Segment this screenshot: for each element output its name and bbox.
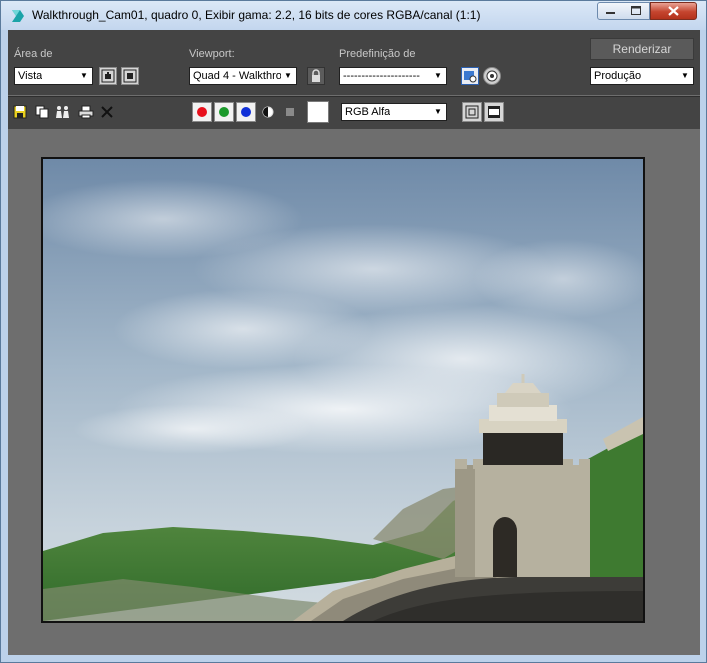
environment-button[interactable]: [483, 67, 501, 85]
render-setup-button[interactable]: [461, 67, 479, 85]
alpha-channel-toggle[interactable]: [260, 104, 276, 120]
area-label: Área de: [14, 48, 53, 60]
top-toolbar: Área de Vista ▼ Viewport: Quad 4 - Walkt…: [8, 30, 700, 95]
client-area: Área de Vista ▼ Viewport: Quad 4 - Walkt…: [8, 30, 700, 655]
red-channel-icon: [197, 107, 207, 117]
save-icon: [13, 105, 27, 119]
toggle-ui-button[interactable]: [484, 102, 504, 122]
chevron-down-icon: ▼: [284, 71, 292, 80]
clone-window-button[interactable]: [55, 104, 71, 120]
render-frame-window: Walkthrough_Cam01, quadro 0, Exibir gama…: [0, 0, 707, 663]
maximize-icon: [631, 6, 641, 15]
channel-value: RGB Alfa: [345, 106, 391, 118]
channel-toolbar: RGB Alfa ▼: [8, 96, 700, 129]
title-bar[interactable]: Walkthrough_Cam01, quadro 0, Exibir gama…: [1, 1, 706, 30]
production-value: Produção: [594, 70, 642, 82]
chevron-down-icon: ▼: [434, 107, 442, 116]
minimize-icon: [606, 12, 615, 14]
window-overlay-icon: [465, 105, 479, 119]
great-wall-render: [43, 159, 643, 621]
window-title: Walkthrough_Cam01, quadro 0, Exibir gama…: [32, 8, 481, 22]
save-button[interactable]: [12, 104, 28, 120]
rendered-image: [41, 157, 645, 623]
alpha-channel-icon: [262, 106, 274, 118]
area-value: Vista: [18, 70, 43, 82]
chevron-down-icon: ▼: [434, 71, 442, 80]
print-button[interactable]: [78, 104, 94, 120]
minimize-button[interactable]: [597, 2, 624, 20]
render-setup-icon: [464, 71, 477, 83]
maximize-button[interactable]: [623, 2, 650, 20]
render-button[interactable]: Renderizar: [590, 38, 694, 60]
hand-region-icon: [101, 69, 115, 83]
blue-channel-icon: [241, 107, 251, 117]
copy-image-button[interactable]: [34, 104, 50, 120]
viewport-value: Quad 4 - Walkthro: [193, 70, 281, 82]
clear-button[interactable]: [99, 104, 115, 120]
preset-value: ---------------------: [343, 70, 420, 82]
viewport-label: Viewport:: [189, 48, 235, 60]
channel-dropdown[interactable]: RGB Alfa ▼: [341, 103, 447, 121]
lock-viewport-button[interactable]: [307, 67, 325, 85]
region-select-icon: [123, 69, 137, 83]
preset-dropdown[interactable]: --------------------- ▼: [339, 67, 447, 85]
monochrome-icon: [286, 108, 294, 116]
chevron-down-icon: ▼: [681, 71, 689, 80]
monochrome-toggle[interactable]: [282, 104, 298, 120]
close-button[interactable]: [650, 2, 697, 20]
clear-icon: [101, 106, 113, 118]
copy-icon: [35, 105, 49, 119]
environment-icon: [486, 70, 498, 82]
green-channel-toggle[interactable]: [214, 102, 234, 122]
viewport-dropdown[interactable]: Quad 4 - Walkthro ▼: [189, 67, 297, 85]
blue-channel-toggle[interactable]: [236, 102, 256, 122]
auto-region-button[interactable]: [121, 67, 139, 85]
lock-icon: [312, 69, 320, 82]
toggle-ui-overlay-button[interactable]: [462, 102, 482, 122]
close-icon: [668, 6, 679, 16]
clone-window-icon: [56, 106, 69, 118]
production-dropdown[interactable]: Produção ▼: [590, 67, 694, 85]
green-channel-icon: [219, 107, 229, 117]
area-dropdown[interactable]: Vista ▼: [14, 67, 93, 85]
toolbar-toggle-icon: [488, 106, 500, 118]
3dsmax-app-icon: [12, 10, 24, 22]
chevron-down-icon: ▼: [80, 71, 88, 80]
color-swatch[interactable]: [307, 101, 329, 123]
print-icon: [78, 105, 94, 119]
red-channel-toggle[interactable]: [192, 102, 212, 122]
edit-region-button[interactable]: [99, 67, 117, 85]
preset-label: Predefinição de: [339, 48, 416, 60]
